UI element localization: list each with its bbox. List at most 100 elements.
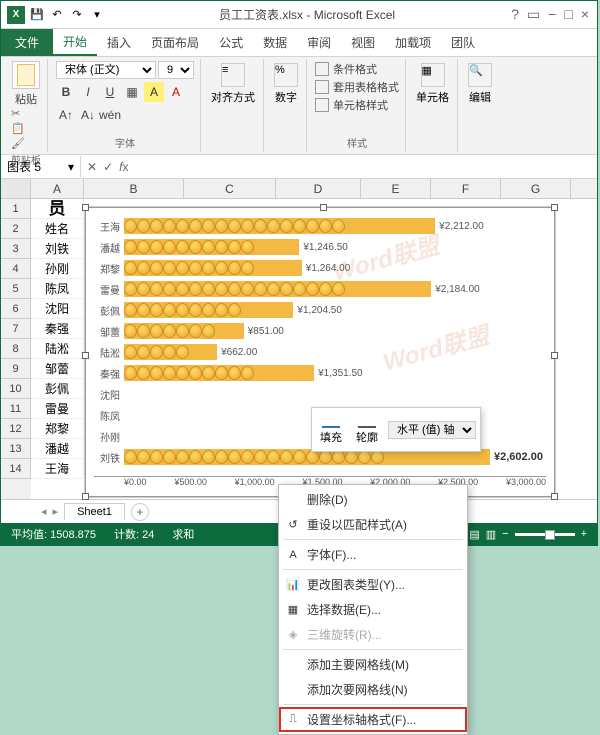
fill-button[interactable]: 填充	[316, 412, 346, 447]
tab-addins[interactable]: 加载项	[385, 29, 441, 56]
name-box[interactable]: 图表 5▾	[1, 156, 81, 177]
phonetic-icon[interactable]: wén	[100, 105, 120, 125]
cell[interactable]: 郑黎	[31, 419, 84, 439]
bar-fill[interactable]	[124, 323, 244, 339]
tab-formulas[interactable]: 公式	[209, 29, 253, 56]
cm-select-data[interactable]: ▦选择数据(E)...	[279, 597, 467, 622]
chart-element-select[interactable]: 水平 (值) 轴	[388, 421, 476, 439]
cm-font[interactable]: A字体(F)...	[279, 542, 467, 567]
tab-view[interactable]: 视图	[341, 29, 385, 56]
row-header[interactable]: 8	[1, 339, 31, 359]
cm-format-axis[interactable]: ⎍设置坐标轴格式(F)...	[279, 707, 467, 732]
view-break-icon[interactable]: ▥	[486, 528, 496, 541]
ribbon-collapse-icon[interactable]: ▭	[527, 6, 540, 23]
col-header[interactable]: C	[184, 179, 276, 198]
row-header[interactable]: 11	[1, 399, 31, 419]
tab-layout[interactable]: 页面布局	[141, 29, 209, 56]
cell[interactable]: 姓名	[31, 219, 84, 239]
fx-icon[interactable]: fx	[119, 160, 128, 174]
copy-icon[interactable]: 📋	[11, 122, 41, 135]
table-format-button[interactable]: 套用表格格式	[315, 79, 399, 95]
cell[interactable]: 潘越	[31, 439, 84, 459]
col-header[interactable]: D	[276, 179, 361, 198]
cm-reset-style[interactable]: ↺重设以匹配样式(A)	[279, 512, 467, 537]
row-header[interactable]: 3	[1, 239, 31, 259]
fill-color-button[interactable]: A	[144, 82, 164, 102]
bar-fill[interactable]	[124, 281, 431, 297]
cell[interactable]: 陆淞	[31, 339, 84, 359]
chevron-down-icon[interactable]: ▾	[68, 160, 74, 174]
editing-button[interactable]: 🔍编辑	[466, 61, 494, 107]
bold-button[interactable]: B	[56, 82, 76, 102]
minimize-icon[interactable]: −	[548, 6, 556, 23]
qat-dropdown-icon[interactable]: ▾	[89, 7, 105, 23]
row-header[interactable]: 12	[1, 419, 31, 439]
tab-team[interactable]: 团队	[441, 29, 485, 56]
cell[interactable]: 邹蕾	[31, 359, 84, 379]
cell[interactable]: 陈凤	[31, 279, 84, 299]
cell[interactable]: 沈阳	[31, 299, 84, 319]
bar-fill[interactable]	[124, 365, 314, 381]
inc-font-icon[interactable]: A↑	[56, 105, 76, 125]
font-name-select[interactable]: 宋体 (正文)	[56, 61, 156, 79]
align-button[interactable]: ≡对齐方式	[209, 61, 257, 107]
cell[interactable]: 秦强	[31, 319, 84, 339]
row-header[interactable]: 13	[1, 439, 31, 459]
next-sheet-icon[interactable]: ▸	[53, 505, 59, 518]
row-header[interactable]: 14	[1, 459, 31, 479]
cm-add-major-gridlines[interactable]: 添加主要网格线(M)	[279, 652, 467, 677]
cm-change-chart-type[interactable]: 📊更改图表类型(Y)...	[279, 572, 467, 597]
zoom-in-icon[interactable]: +	[581, 528, 587, 540]
paste-button[interactable]: 粘贴	[11, 61, 41, 107]
col-header[interactable]: F	[431, 179, 501, 198]
tab-file[interactable]: 文件	[1, 29, 53, 56]
border-button[interactable]: ▦	[122, 82, 142, 102]
underline-button[interactable]: U	[100, 82, 120, 102]
embedded-chart[interactable]: 王海¥2,212.00潘越¥1,246.50郑黎¥1,264.00雷曼¥2,18…	[85, 207, 555, 497]
outline-button[interactable]: 轮廓	[352, 412, 382, 447]
cell[interactable]: 员	[31, 199, 84, 219]
row-header[interactable]: 4	[1, 259, 31, 279]
view-layout-icon[interactable]: ▤	[469, 528, 479, 541]
tab-review[interactable]: 审阅	[297, 29, 341, 56]
dec-font-icon[interactable]: A↓	[78, 105, 98, 125]
maximize-icon[interactable]: □	[564, 6, 572, 23]
tab-home[interactable]: 开始	[53, 29, 97, 56]
font-color-button[interactable]: A	[166, 82, 186, 102]
prev-sheet-icon[interactable]: ◂	[41, 505, 47, 518]
cut-icon[interactable]: ✂	[11, 107, 41, 120]
cell[interactable]: 王海	[31, 459, 84, 479]
col-header[interactable]: G	[501, 179, 571, 198]
bar-fill[interactable]	[124, 344, 217, 360]
cm-add-minor-gridlines[interactable]: 添加次要网格线(N)	[279, 677, 467, 702]
add-sheet-button[interactable]: +	[131, 503, 149, 521]
bar-fill[interactable]	[124, 260, 302, 276]
select-all-corner[interactable]	[1, 179, 31, 198]
row-header[interactable]: 2	[1, 219, 31, 239]
cond-format-button[interactable]: 条件格式	[315, 61, 399, 77]
zoom-slider[interactable]	[515, 533, 575, 536]
col-header[interactable]: E	[361, 179, 431, 198]
save-icon[interactable]: 💾	[29, 7, 45, 23]
row-header[interactable]: 7	[1, 319, 31, 339]
row-header[interactable]: 6	[1, 299, 31, 319]
italic-button[interactable]: I	[78, 82, 98, 102]
col-header[interactable]: A	[31, 179, 84, 198]
cell[interactable]: 刘铁	[31, 239, 84, 259]
cancel-formula-icon[interactable]: ✕	[87, 160, 97, 174]
bar-fill[interactable]	[124, 302, 293, 318]
row-header[interactable]: 5	[1, 279, 31, 299]
bar-fill[interactable]	[124, 218, 435, 234]
row-header[interactable]: 1	[1, 199, 31, 219]
confirm-formula-icon[interactable]: ✓	[103, 160, 113, 174]
undo-icon[interactable]: ↶	[49, 7, 65, 23]
row-header[interactable]: 9	[1, 359, 31, 379]
tab-data[interactable]: 数据	[253, 29, 297, 56]
number-button[interactable]: %数字	[272, 61, 300, 107]
sheet-tab[interactable]: Sheet1	[64, 503, 125, 520]
font-size-select[interactable]: 9	[158, 61, 194, 79]
help-icon[interactable]: ?	[511, 6, 519, 23]
cells-button[interactable]: ▦单元格	[414, 61, 451, 107]
zoom-out-icon[interactable]: −	[502, 528, 508, 540]
col-header[interactable]: B	[84, 179, 184, 198]
